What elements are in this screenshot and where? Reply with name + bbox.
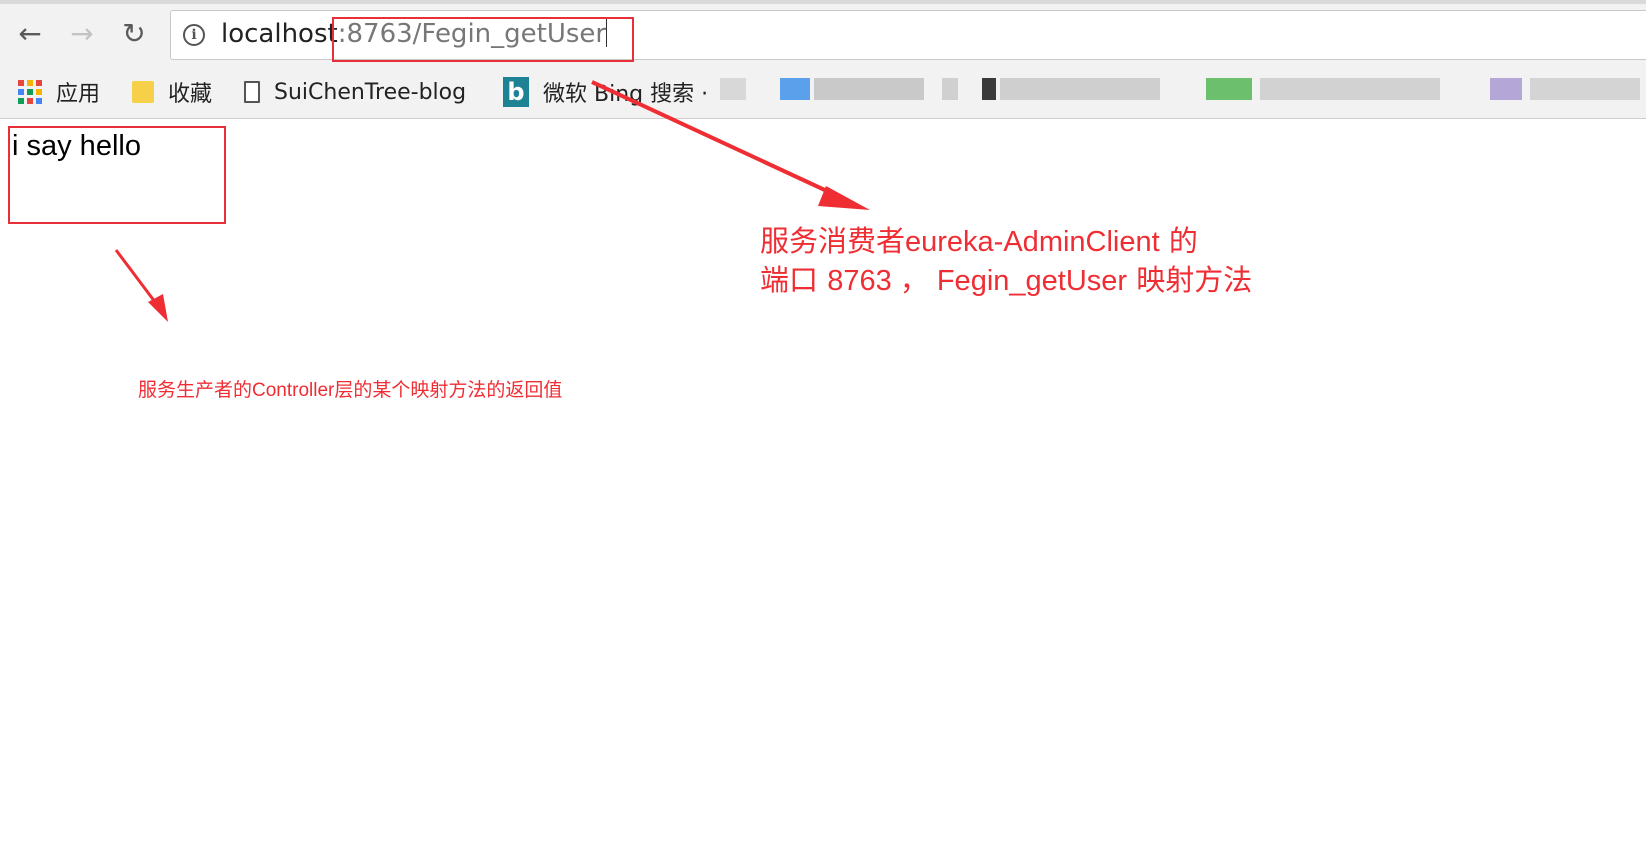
consumer-annotation: 服务消费者eureka-AdminClient 的 端口 8763 ， Fegi…	[760, 222, 1252, 300]
annotation-arrows	[114, 80, 870, 322]
producer-annotation: 服务生产者的Controller层的某个映射方法的返回值	[138, 379, 563, 401]
consumer-annotation-line2: 端口 8763 ， Fegin_getUser 映射方法	[760, 263, 1253, 297]
arrow-to-producer-note	[114, 249, 160, 307]
arrowhead-consumer	[818, 186, 870, 210]
arrow-to-consumer-note	[591, 80, 843, 200]
consumer-annotation-line1: 服务消费者eureka-AdminClient 的	[760, 224, 1198, 258]
